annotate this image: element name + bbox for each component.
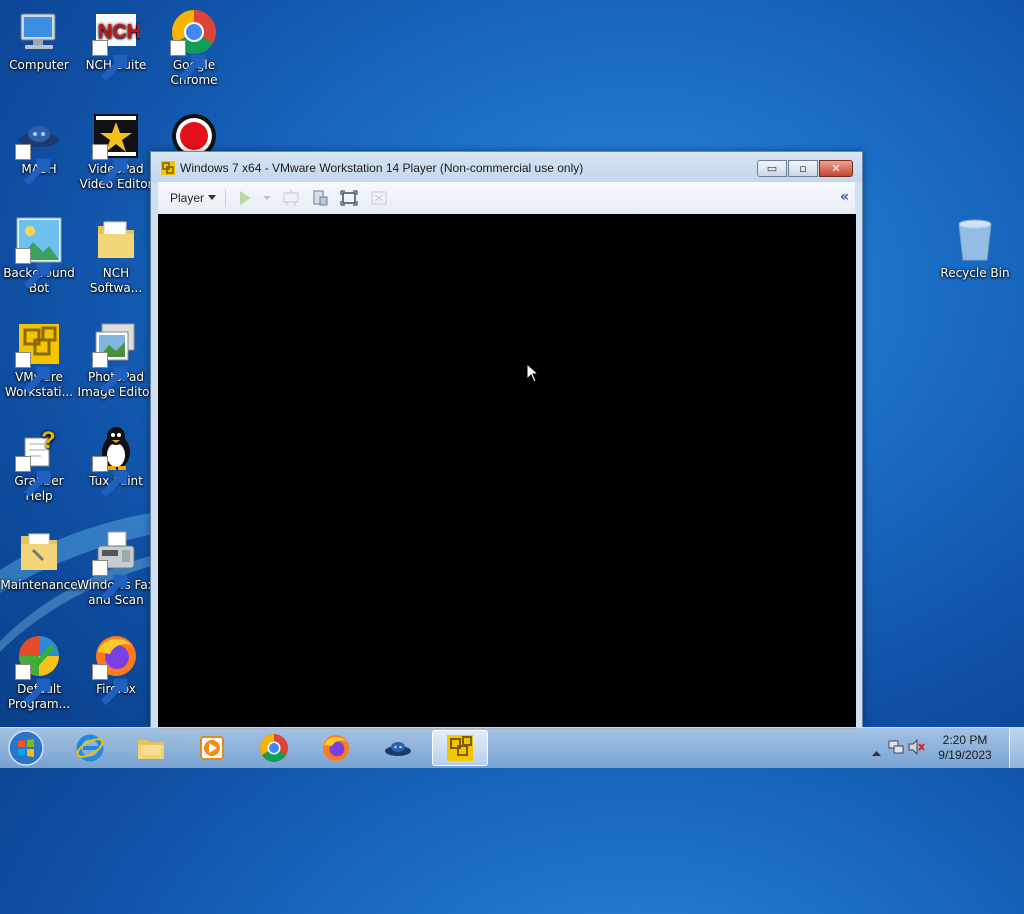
mash-icon bbox=[15, 112, 63, 186]
tux-paint-icon bbox=[92, 424, 140, 498]
taskbar-vmware[interactable] bbox=[432, 730, 488, 766]
shortcut-arrow-icon bbox=[170, 40, 206, 82]
toolbar-separator bbox=[225, 189, 226, 207]
clock-date: 9/19/2023 bbox=[938, 748, 992, 762]
shortcut-arrow-icon bbox=[92, 144, 128, 186]
start-button[interactable] bbox=[6, 729, 46, 767]
show-desktop-button[interactable] bbox=[1009, 728, 1024, 768]
desktop-icon-firefox[interactable]: Firefox bbox=[77, 632, 155, 706]
recycle-bin-icon bbox=[951, 216, 999, 264]
taskbar: 2:20 PM 9/19/2023 bbox=[0, 727, 1024, 768]
desktop-icon-tux-paint[interactable]: Tux Paint bbox=[77, 424, 155, 498]
power-on-icon[interactable] bbox=[236, 189, 254, 207]
shortcut-arrow-icon bbox=[92, 40, 128, 82]
system-tray: 2:20 PM 9/19/2023 bbox=[864, 728, 1024, 768]
clock[interactable]: 2:20 PM 9/19/2023 bbox=[930, 733, 1000, 763]
network-icon[interactable] bbox=[888, 739, 904, 759]
background-bot-icon bbox=[15, 216, 63, 290]
desktop-icon-mash[interactable]: MASH bbox=[0, 112, 78, 186]
taskbar-windows-explorer[interactable] bbox=[123, 730, 179, 766]
firefox-icon bbox=[323, 735, 349, 761]
shortcut-arrow-icon bbox=[15, 248, 51, 290]
vm-toolbar: Player « bbox=[158, 182, 855, 215]
desktop-icon-nch-software-folder[interactable]: NCH Softwa... bbox=[77, 216, 155, 296]
icon-label: NCH Softwa... bbox=[89, 266, 143, 295]
power-dropdown-icon[interactable] bbox=[258, 189, 271, 207]
firefox-icon bbox=[92, 632, 140, 706]
shortcut-arrow-icon bbox=[15, 352, 51, 394]
icon-label: Recycle Bin bbox=[940, 266, 1010, 280]
shortcut-arrow-icon bbox=[15, 664, 51, 706]
svg-text:?: ? bbox=[41, 427, 56, 454]
desktop-icon-grabber-help[interactable]: ? Grabber Help bbox=[0, 424, 78, 504]
explorer-icon bbox=[138, 740, 164, 759]
taskbar-media-player[interactable] bbox=[184, 730, 240, 766]
folder-icon bbox=[92, 216, 140, 264]
player-menu-label: Player bbox=[170, 191, 205, 205]
vmware-player-window[interactable]: Windows 7 x64 - VMware Workstation 14 Pl… bbox=[150, 151, 863, 729]
vmware-icon bbox=[15, 320, 63, 394]
player-menu[interactable]: Player bbox=[164, 188, 222, 208]
minimize-icon: ▭ bbox=[766, 162, 778, 175]
fax-scan-icon bbox=[92, 528, 140, 602]
taskbar-mash[interactable] bbox=[370, 730, 426, 766]
close-button[interactable]: ✕ bbox=[819, 160, 853, 177]
clock-time: 2:20 PM bbox=[942, 733, 988, 747]
minimize-button[interactable]: ▭ bbox=[757, 160, 787, 177]
default-programs-icon bbox=[15, 632, 63, 706]
fullscreen-icon[interactable] bbox=[340, 189, 358, 207]
shortcut-arrow-icon bbox=[92, 664, 128, 706]
mouse-cursor-icon bbox=[526, 362, 540, 383]
windows-logo-icon bbox=[8, 730, 44, 766]
unity-icon[interactable] bbox=[370, 189, 388, 207]
chrome-icon bbox=[260, 734, 288, 762]
desktop-icon-vmware[interactable]: VMware Workstati... bbox=[0, 320, 78, 400]
vm-display[interactable] bbox=[158, 214, 856, 729]
mash-icon bbox=[385, 742, 411, 756]
desktop-icon-default-programs[interactable]: Default Program... bbox=[0, 632, 78, 712]
icon-label: Maintenance bbox=[0, 578, 78, 592]
chevron-up-icon bbox=[872, 751, 881, 756]
taskbar-internet-explorer[interactable] bbox=[62, 730, 118, 766]
vmware-icon bbox=[447, 735, 473, 761]
show-hidden-icons-button[interactable] bbox=[872, 742, 881, 761]
close-icon: ✕ bbox=[831, 162, 841, 175]
send-ctrl-alt-del-icon[interactable] bbox=[282, 189, 300, 207]
desktop-icon-videopad[interactable]: VideoPad Video Editor bbox=[77, 112, 155, 192]
collapse-toolbar-button[interactable]: « bbox=[840, 189, 849, 205]
chrome-icon bbox=[170, 8, 218, 82]
shortcut-arrow-icon bbox=[92, 456, 128, 498]
shortcut-arrow-icon bbox=[92, 352, 128, 394]
desktop-icon-chrome[interactable]: Google Chrome bbox=[155, 8, 233, 88]
chevron-down-icon bbox=[208, 195, 217, 200]
folder-icon bbox=[15, 528, 63, 576]
desktop-icon-fax-scan[interactable]: Windows Fax and Scan bbox=[77, 528, 155, 608]
window-titlebar[interactable]: Windows 7 x64 - VMware Workstation 14 Pl… bbox=[151, 152, 862, 182]
videopad-icon bbox=[92, 112, 140, 186]
taskbar-chrome[interactable] bbox=[246, 730, 302, 766]
removable-devices-icon[interactable] bbox=[311, 189, 329, 207]
window-title: Windows 7 x64 - VMware Workstation 14 Pl… bbox=[180, 161, 584, 175]
shortcut-arrow-icon bbox=[15, 144, 51, 186]
help-icon: ? bbox=[15, 424, 63, 498]
maximize-button[interactable]: ▫ bbox=[788, 160, 818, 177]
maximize-icon: ▫ bbox=[799, 162, 807, 175]
desktop-icon-photopad[interactable]: PhotoPad Image Editor bbox=[77, 320, 155, 400]
shortcut-arrow-icon bbox=[15, 456, 51, 498]
nch-suite-icon: NCH bbox=[92, 8, 140, 82]
desktop-icon-maintenance[interactable]: Maintenance bbox=[0, 528, 78, 593]
desktop-icon-recycle-bin[interactable]: Recycle Bin bbox=[936, 216, 1014, 281]
photopad-icon bbox=[92, 320, 140, 394]
media-player-icon bbox=[200, 736, 224, 760]
volume-muted-icon[interactable] bbox=[908, 738, 926, 759]
desktop-icon-background-bot[interactable]: Background Bot bbox=[0, 216, 78, 296]
taskbar-firefox[interactable] bbox=[308, 730, 364, 766]
computer-icon bbox=[15, 8, 63, 56]
icon-label: Computer bbox=[9, 58, 69, 72]
desktop-icon-nch-suite[interactable]: NCH NCH Suite bbox=[77, 8, 155, 82]
desktop-icon-computer[interactable]: Computer bbox=[0, 8, 78, 73]
vmware-icon bbox=[160, 160, 176, 176]
shortcut-arrow-icon bbox=[92, 560, 128, 602]
internet-explorer-icon bbox=[76, 734, 104, 762]
